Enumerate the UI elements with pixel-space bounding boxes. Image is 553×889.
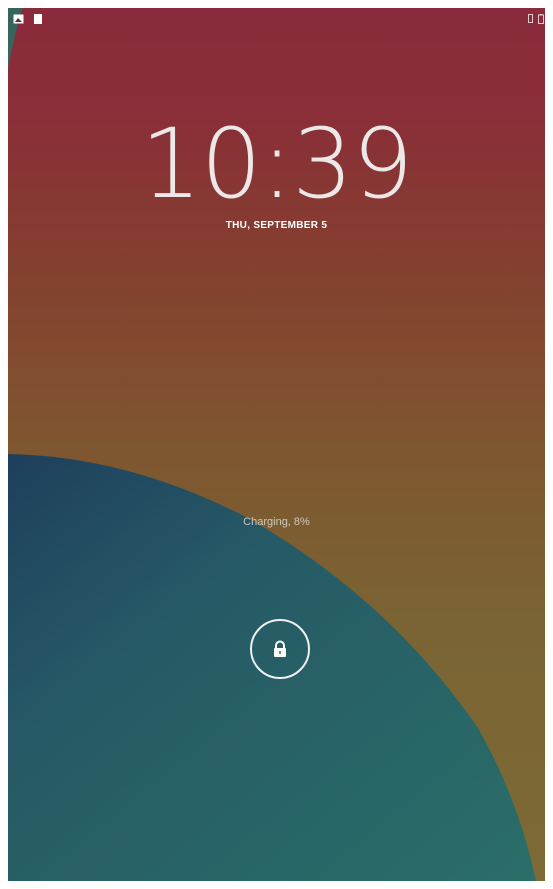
charging-status: Charging, 8% <box>243 516 310 528</box>
unlock-button[interactable] <box>250 619 310 679</box>
screenshot-notification-icon <box>13 14 24 24</box>
status-bar <box>8 8 545 30</box>
lockscreen: 10:39 THU, SEPTEMBER 5 Charging, 8% <box>8 8 545 881</box>
battery-icon <box>538 14 544 24</box>
vibrate-icon <box>528 14 533 23</box>
clock-time: 10:39 <box>140 108 414 220</box>
clock-date: THU, SEPTEMBER 5 <box>225 220 328 231</box>
sd-card-notification-icon <box>34 14 42 24</box>
lock-icon <box>274 640 286 657</box>
